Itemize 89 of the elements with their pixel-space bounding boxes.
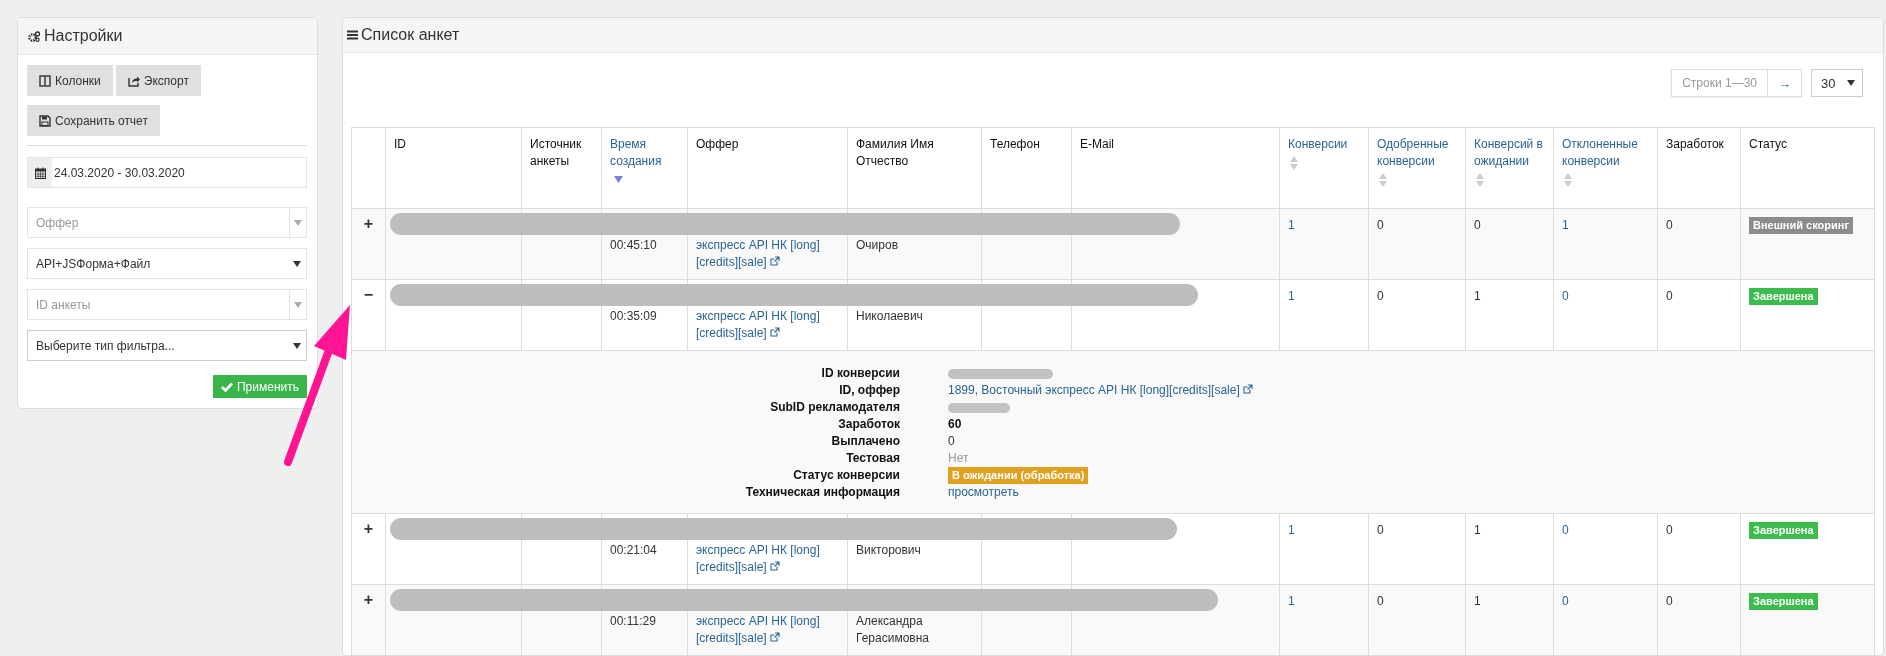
conversions-link[interactable]: 1: [1288, 523, 1295, 537]
filter-select[interactable]: Выберите тип фильтра...: [27, 330, 307, 361]
conversions-link[interactable]: 0: [1562, 594, 1569, 608]
caret-icon: [293, 260, 301, 267]
table-cell: 0: [1377, 594, 1384, 608]
next-page-button[interactable]: →: [1768, 70, 1801, 96]
external-link-icon: [770, 561, 781, 571]
detail-value: 60: [948, 417, 962, 431]
expand-toggle[interactable]: −: [351, 279, 386, 351]
offer-link[interactable]: 1899, Восточный экспресс API НК [long][credits][sale]: [948, 383, 1254, 397]
detail-value: Нет: [948, 451, 969, 465]
detail-label: Выплачено: [830, 433, 900, 450]
table-cell: 0: [1666, 218, 1673, 232]
status-badge: Завершена: [1749, 288, 1818, 305]
column-header: Телефон: [981, 127, 1072, 209]
detail-label: Техническая информация: [744, 484, 900, 501]
table-cell: 0: [1377, 289, 1384, 303]
redaction-bar: [948, 402, 1010, 413]
save-report-button[interactable]: Сохранить отчет: [27, 105, 160, 136]
external-link-icon: [770, 256, 781, 266]
detail-label: Заработок: [837, 416, 900, 433]
page-size-select[interactable]: 30: [1811, 69, 1863, 97]
status-badge: Внешний скоринг: [1749, 217, 1853, 234]
caret-icon: [293, 342, 301, 349]
expand-toggle[interactable]: +: [351, 584, 386, 655]
column-header: Фамилия Имя Отчество: [847, 127, 982, 209]
column-header: Заработок: [1657, 127, 1741, 209]
table-cell: 1: [1474, 523, 1481, 537]
column-header: Источник анкеты: [521, 127, 602, 209]
time-cell-text: 00:21:04: [610, 542, 658, 559]
expand-toggle[interactable]: +: [351, 513, 386, 585]
detail-label: ID конверсии: [820, 365, 900, 382]
filter-select[interactable]: API+JSФорма+Файл: [27, 248, 307, 279]
time-cell-text: 00:11:29: [610, 613, 657, 630]
time-cell-text: 00:35:09: [610, 308, 658, 325]
table-cell: 0: [1666, 523, 1673, 537]
check-icon: [221, 381, 233, 392]
expand-toggle[interactable]: +: [351, 208, 386, 280]
table-cell: 0: [1474, 218, 1481, 232]
conversions-link[interactable]: 1: [1288, 218, 1295, 232]
name-cell-text: Александра Герасимовна: [856, 613, 931, 647]
table-cell: 1: [1474, 594, 1481, 608]
caret-icon: [294, 301, 302, 308]
column-header[interactable]: Одобренные конверсии: [1368, 127, 1466, 209]
detail-value: 0: [948, 434, 955, 448]
name-cell-text: Николаевич: [856, 308, 924, 325]
gears-icon: [28, 30, 40, 42]
conversions-link[interactable]: 1: [1562, 218, 1569, 232]
column-header[interactable]: Конверсий в ожидании: [1465, 127, 1554, 209]
table-cell: 0: [1666, 594, 1673, 608]
table-cell: 0: [1377, 218, 1384, 232]
status-badge: Завершена: [1749, 593, 1818, 610]
column-header: Оффер: [687, 127, 848, 209]
floppy-icon: [39, 114, 51, 127]
column-header[interactable]: Отклоненные конверсии: [1553, 127, 1658, 209]
time-cell-text: 00:45:10: [610, 237, 658, 254]
column-header: E-Mail: [1071, 127, 1280, 209]
table-cell: 0: [1666, 289, 1673, 303]
external-link-icon: [770, 632, 781, 642]
conversions-link[interactable]: 0: [1562, 289, 1569, 303]
status-badge: В ожидании (обработка): [948, 467, 1089, 484]
share-icon: [127, 74, 140, 87]
menu-icon: [347, 30, 358, 40]
external-link-icon: [1243, 384, 1254, 394]
column-header: Статус: [1740, 127, 1875, 209]
conversions-link[interactable]: 0: [1562, 523, 1569, 537]
status-badge: Завершена: [1749, 522, 1818, 539]
columns-button[interactable]: Колонки: [27, 65, 113, 96]
panel-title: Список анкет: [361, 26, 460, 44]
detail-label: ID, оффер: [838, 382, 900, 399]
panel-title: Настройки: [44, 27, 123, 45]
export-button[interactable]: Экспорт: [115, 65, 201, 96]
column-header: ID: [385, 127, 522, 209]
detail-label: Статус конверсии: [792, 467, 900, 484]
name-cell-text: Викторович: [856, 542, 922, 559]
column-header[interactable]: Время создания: [601, 127, 688, 209]
view-link[interactable]: просмотреть: [948, 485, 1019, 499]
columns-icon: [39, 74, 51, 87]
conversions-link[interactable]: 1: [1288, 594, 1295, 608]
table-cell: 0: [1377, 523, 1384, 537]
detail-label: SubID рекламодателя: [769, 399, 900, 416]
external-link-icon: [770, 327, 781, 337]
conversions-link[interactable]: 1: [1288, 289, 1295, 303]
detail-label: Тестовая: [845, 450, 900, 467]
table-cell: 1: [1474, 289, 1481, 303]
caret-icon: [294, 219, 302, 226]
caret-icon: [1847, 80, 1855, 86]
name-cell-text: Очиров: [856, 237, 899, 254]
column-header[interactable]: Конверсии: [1279, 127, 1369, 209]
